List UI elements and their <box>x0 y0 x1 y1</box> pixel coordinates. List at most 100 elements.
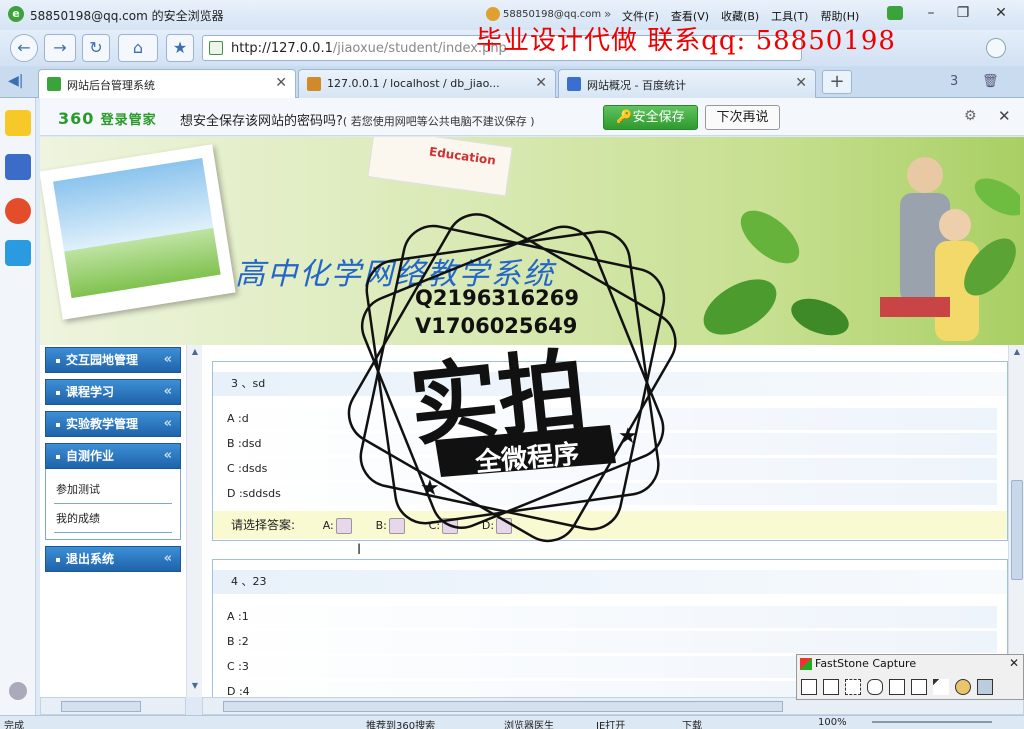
question-title: 4 、23 <box>213 570 1007 594</box>
answer-row: 请选择答案: A: B: C: D: <box>213 511 1007 539</box>
close-icon[interactable]: ✕ <box>998 107 1011 125</box>
password-save-bar: 360 登录管家 想安全保存该网站的密码吗?( 若您使用网吧等公共电脑不建议保存… <box>40 98 1024 136</box>
tab-close-icon[interactable]: ✕ <box>275 75 287 91</box>
page-icon <box>209 41 223 55</box>
safe-save-button[interactable]: 🔑安全保存 <box>603 105 698 130</box>
recommend-search[interactable]: 推荐到360搜索 <box>366 717 435 729</box>
browser-doctor[interactable]: 浏览器医生 <box>504 717 554 729</box>
maximize-button[interactable]: ❐ <box>952 3 974 23</box>
capture-scrolling-icon[interactable] <box>911 679 927 695</box>
later-button[interactable]: 下次再说 <box>705 105 780 130</box>
leaves-decoration <box>703 178 1020 336</box>
left-navigation: 交互园地管理 « 课程学习 « 实验教学管理 « 自测作业 « 参加测试 我的成绩 退出… <box>45 347 181 578</box>
settings-gear-icon[interactable] <box>9 682 27 700</box>
download[interactable]: 下载 <box>682 717 702 729</box>
more-menu-chevron[interactable]: » <box>604 7 611 21</box>
ad-overlay-text: 毕业设计代做 联系qq: 58850198 <box>476 26 896 56</box>
web-page: Education 高中化学网络教学系统 交互园地管理 « 课程学习 « 实验教学管… <box>40 137 1024 697</box>
weibo-icon[interactable] <box>5 198 31 224</box>
collapse-chevron-icon[interactable]: « <box>164 412 172 436</box>
nav-course-study[interactable]: 课程学习 « <box>45 379 181 405</box>
nav-logout[interactable]: 退出系统 « <box>45 546 181 572</box>
tab-baidu-stats[interactable]: 网站概况 - 百度统计 ✕ <box>558 69 816 98</box>
sidebar-toggle-icon[interactable]: ◀| <box>8 73 23 89</box>
url-text: http://127.0.0.1/jiaoxue/student/index.p… <box>231 41 507 56</box>
browser-sidebar <box>0 98 36 715</box>
palette-icon[interactable] <box>955 679 971 695</box>
favorites-star-icon[interactable] <box>5 110 31 136</box>
back-arrow-icon[interactable]: ← <box>10 34 38 62</box>
collapse-chevron-icon[interactable]: « <box>164 380 172 404</box>
answer-radio-a[interactable] <box>335 517 352 534</box>
capture-object-icon[interactable] <box>823 679 839 695</box>
nav-interactive-area[interactable]: 交互园地管理 « <box>45 347 181 373</box>
status-bar: 完成 推荐到360搜索 浏览器医生 IE打开 下载 100% <box>0 715 1024 729</box>
zoom-level[interactable]: 100% <box>818 717 847 728</box>
home-icon[interactable]: ⌂ <box>118 34 158 62</box>
option-a: A :1 <box>217 606 997 628</box>
forward-arrow-icon[interactable]: → <box>44 34 76 62</box>
nav-my-scores-link[interactable]: 我的成绩 <box>54 504 172 533</box>
tab-close-icon[interactable]: ✕ <box>535 75 547 91</box>
tab-phpmyadmin[interactable]: 127.0.0.1 / localhost / db_jiao... ✕ <box>298 69 556 98</box>
tab-bar: ◀| 网站后台管理系统 ✕ 127.0.0.1 / localhost / db… <box>0 66 1024 98</box>
mobile-icon[interactable] <box>5 240 31 266</box>
option-b: B :2 <box>217 631 997 653</box>
news-icon[interactable] <box>5 154 31 180</box>
ie-icon <box>47 77 61 91</box>
user-account[interactable]: 58850198@qq.com <box>503 9 601 20</box>
ie-open[interactable]: IE打开 <box>596 717 625 729</box>
capture-fullscreen-icon[interactable] <box>889 679 905 695</box>
minimize-button[interactable]: – <box>920 3 942 23</box>
gear-icon[interactable]: ⚙ <box>964 108 977 124</box>
capture-region-icon[interactable] <box>845 679 861 695</box>
recent-tabs-icon[interactable]: 3 <box>950 74 958 89</box>
add-icon[interactable] <box>986 38 1006 58</box>
refresh-icon[interactable]: ↻ <box>82 34 110 62</box>
close-icon[interactable]: ✕ <box>1009 656 1019 670</box>
site-banner: Education 高中化学网络教学系统 <box>40 137 1024 345</box>
trash-icon[interactable]: 🗑 <box>982 74 999 89</box>
capture-freehand-icon[interactable] <box>867 679 883 695</box>
capture-window-icon[interactable] <box>801 679 817 695</box>
banner-title: 高中化学网络教学系统 <box>235 257 555 292</box>
window-close-button[interactable]: ✕ <box>990 3 1012 23</box>
answer-radio-c[interactable] <box>442 517 459 534</box>
page-vertical-scrollbar[interactable]: ▲ ▼ <box>1008 345 1024 697</box>
answer-radio-b[interactable] <box>388 517 405 534</box>
collapse-chevron-icon[interactable]: « <box>164 348 172 372</box>
question-card: 3 、sd A :d B :dsd C :dsds D :sddsds 请选择答… <box>212 361 1008 541</box>
nav-horizontal-scrollbar[interactable] <box>40 697 186 715</box>
scroll-up-icon[interactable]: ▲ <box>189 347 201 359</box>
nav-take-test-link[interactable]: 参加测试 <box>54 475 172 504</box>
settings-icon[interactable] <box>977 679 993 695</box>
skin-shirt-icon[interactable] <box>887 6 903 20</box>
scroll-down-icon[interactable]: ▼ <box>189 681 201 693</box>
browser-logo-icon: e <box>8 6 24 22</box>
nav-self-test[interactable]: 自测作业 « <box>45 443 181 469</box>
window-title: 58850198@qq.com 的安全浏览器 <box>30 9 224 23</box>
scroll-thumb[interactable] <box>1011 480 1023 580</box>
question-area: 3 、sd A :d B :dsd C :dsds D :sddsds 请选择答… <box>210 345 1008 697</box>
collapse-chevron-icon[interactable]: « <box>164 444 172 468</box>
user-avatar-icon[interactable] <box>486 7 500 21</box>
zoom-slider[interactable] <box>872 721 992 723</box>
chart-icon <box>567 77 581 91</box>
scroll-thumb[interactable] <box>61 701 141 712</box>
tab-close-icon[interactable]: ✕ <box>795 75 807 91</box>
answer-radio-d[interactable] <box>496 517 513 534</box>
scroll-up-icon[interactable]: ▲ <box>1011 347 1023 359</box>
collapse-chevron-icon[interactable]: « <box>164 547 172 571</box>
self-test-submenu: 参加测试 我的成绩 <box>45 469 181 540</box>
tab-admin[interactable]: 网站后台管理系统 ✕ <box>38 69 296 98</box>
new-tab-button[interactable]: + <box>822 70 852 94</box>
nav-lab-teaching[interactable]: 实验教学管理 « <box>45 411 181 437</box>
scroll-thumb[interactable] <box>223 701 783 712</box>
option-a: A :d <box>217 408 997 430</box>
color-picker-icon[interactable] <box>933 679 949 695</box>
nav-vertical-scrollbar[interactable]: ▲ ▼ <box>186 345 202 697</box>
faststone-title: FastStone Capture <box>815 657 917 670</box>
phpmyadmin-icon <box>307 77 321 91</box>
star-favorite-icon[interactable]: ★ <box>166 34 194 62</box>
option-b: B :dsd <box>217 433 997 455</box>
